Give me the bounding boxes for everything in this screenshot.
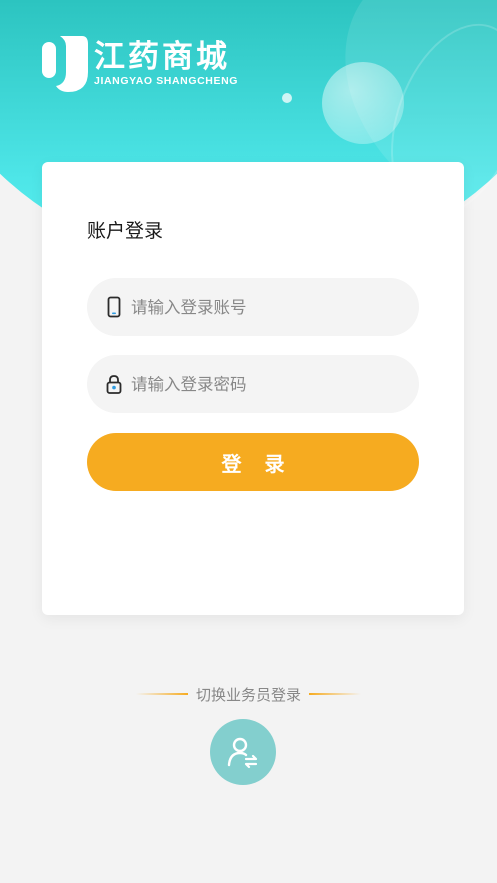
divider-line-right [309,693,361,695]
login-card-title: 账户登录 [87,220,164,242]
password-field[interactable] [87,355,419,413]
account-field[interactable] [87,278,419,336]
brand-logo: 江药商城 JIANGYAO SHANGCHENG [42,36,238,92]
divider-line-left [135,693,188,695]
brand-mark-icon [42,36,88,92]
lock-icon [106,375,122,394]
brand-name-cn: 江药商城 [94,39,230,75]
brand-name-en: JIANGYAO SHANGCHENG [94,75,239,87]
decorative-bubble-large [322,62,404,144]
account-input[interactable] [131,287,401,327]
login-button[interactable]: 登 录 [87,433,419,491]
switch-login-divider: 切换业务员登录 [0,682,497,706]
user-switch-icon [227,737,258,769]
password-input[interactable] [131,364,401,404]
switch-salesman-login-button[interactable] [210,719,276,785]
decorative-bubble-small [282,93,292,103]
phone-icon [107,296,121,318]
login-card: 账户登录 登 录 [42,162,464,615]
switch-login-label: 切换业务员登录 [195,685,301,704]
